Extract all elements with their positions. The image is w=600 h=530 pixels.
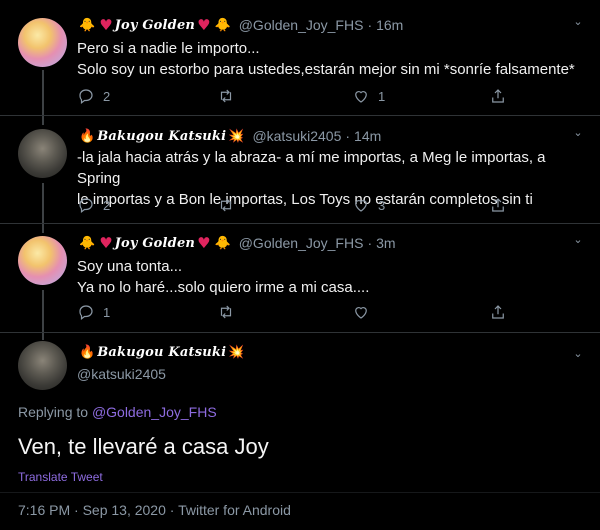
chevron-down-icon[interactable]: ⌄ <box>572 234 584 246</box>
replying-to-link[interactable]: @Golden_Joy_FHS <box>92 404 217 420</box>
share-button[interactable] <box>489 196 507 214</box>
tweet-text-line: Soy una tonta... <box>77 258 183 275</box>
retweet-button[interactable] <box>217 303 352 321</box>
fire-emoji: 🔥 <box>79 345 96 360</box>
chevron-down-icon[interactable]: ⌄ <box>572 16 584 28</box>
reply-icon <box>79 89 93 104</box>
tweet-actions: 2 1 <box>77 86 517 106</box>
retweet-button[interactable] <box>217 87 352 105</box>
display-name[interactable]: Joy Golden <box>115 18 195 33</box>
retweet-icon <box>220 305 232 319</box>
display-name[interactable]: Bakugou Katsuki <box>97 129 226 144</box>
tweet-text: Soy una tonta... Ya no lo haré...solo qu… <box>77 256 582 298</box>
tweet-time[interactable]: 14m <box>354 128 381 144</box>
user-handle[interactable]: @katsuki2405 <box>252 128 341 144</box>
replying-to: Replying to @Golden_Joy_FHS <box>18 404 217 420</box>
like-count: 3 <box>378 197 386 213</box>
user-handle[interactable]: @katsuki2405 <box>77 366 166 382</box>
share-icon <box>492 89 504 103</box>
separator-dot: · <box>367 235 373 251</box>
explosion-emoji: 💥 <box>228 128 245 144</box>
reply-icon <box>79 198 93 213</box>
avatar[interactable] <box>18 341 67 390</box>
replying-to-label: Replying to <box>18 404 89 420</box>
avatar[interactable] <box>18 129 67 178</box>
heart-emoji: ♥ <box>99 234 113 252</box>
chick-emoji: 🐥 <box>214 235 231 251</box>
separator-dot: · <box>367 17 373 33</box>
like-count: 1 <box>378 88 386 104</box>
reply-button[interactable]: 2 <box>77 196 217 214</box>
tweet-text: Pero si a nadie le importo... Solo soy u… <box>77 38 582 80</box>
main-tweet-text: Ven, te llevaré a casa Joy <box>18 434 269 459</box>
tweet-time[interactable]: 3m <box>376 235 395 251</box>
tweet-text-line: Ya no lo haré...solo quiero irme a mi ca… <box>77 279 370 296</box>
like-button[interactable]: 1 <box>352 87 489 105</box>
like-button[interactable]: 3 <box>352 196 489 214</box>
chick-emoji: 🐥 <box>79 235 96 251</box>
tweet-header: 🐥 ♥ Joy Golden ♥ 🐥 @Golden_Joy_FHS · 16m <box>77 14 403 36</box>
separator-dot: · <box>345 128 351 144</box>
reply-icon <box>79 305 93 320</box>
display-name[interactable]: Bakugou Katsuki <box>97 345 226 360</box>
chick-emoji: 🐥 <box>79 17 96 33</box>
user-handle[interactable]: @Golden_Joy_FHS <box>239 235 364 251</box>
tweet-actions: 1 <box>77 302 517 322</box>
like-icon <box>355 307 367 319</box>
retweet-button[interactable] <box>217 196 352 214</box>
tweet-text-line: -la jala hacia atrás y la abraza- a mí m… <box>77 149 546 187</box>
heart-emoji: ♥ <box>197 16 211 34</box>
divider <box>0 332 600 333</box>
main-tweet-header: 🔥 Bakugou Katsuki 💥 <box>77 345 246 360</box>
user-handle[interactable]: @Golden_Joy_FHS <box>239 17 364 33</box>
share-button[interactable] <box>489 303 507 321</box>
thread-line <box>42 183 44 233</box>
tweet-text-line: Solo soy un estorbo para ustedes,estarán… <box>77 61 575 78</box>
heart-emoji: ♥ <box>197 234 211 252</box>
thread-line <box>42 70 44 125</box>
explosion-emoji: 💥 <box>228 345 245 360</box>
share-button[interactable] <box>489 87 507 105</box>
like-button[interactable] <box>352 303 489 321</box>
like-icon <box>355 200 367 212</box>
fire-emoji: 🔥 <box>79 128 96 144</box>
reply-count: 2 <box>103 88 111 104</box>
divider <box>0 115 600 116</box>
chick-emoji: 🐥 <box>214 17 231 33</box>
tweet-header: 🔥 Bakugou Katsuki 💥 @katsuki2405 · 14m <box>77 125 381 147</box>
avatar[interactable] <box>18 18 67 67</box>
reply-button[interactable]: 1 <box>77 303 217 321</box>
divider <box>0 492 600 493</box>
retweet-icon <box>220 198 232 212</box>
tweet-time[interactable]: 16m <box>376 17 403 33</box>
display-name[interactable]: Joy Golden <box>115 236 195 251</box>
chevron-down-icon[interactable]: ⌄ <box>572 348 584 360</box>
reply-count: 1 <box>103 304 111 320</box>
chevron-down-icon[interactable]: ⌄ <box>572 127 584 139</box>
reply-count: 2 <box>103 197 111 213</box>
share-icon <box>492 305 504 319</box>
translate-link[interactable]: Translate Tweet <box>18 470 103 484</box>
retweet-icon <box>220 89 232 103</box>
tweet-meta: 7:16 PM · Sep 13, 2020 · Twitter for And… <box>18 502 291 518</box>
reply-button[interactable]: 2 <box>77 87 217 105</box>
share-icon <box>492 198 504 212</box>
tweet-header: 🐥 ♥ Joy Golden ♥ 🐥 @Golden_Joy_FHS · 3m <box>77 232 396 254</box>
like-icon <box>355 91 367 103</box>
divider <box>0 223 600 224</box>
tweet-actions: 2 3 <box>77 195 517 215</box>
heart-emoji: ♥ <box>99 16 113 34</box>
tweet-text-line: Pero si a nadie le importo... <box>77 40 260 57</box>
avatar[interactable] <box>18 236 67 285</box>
